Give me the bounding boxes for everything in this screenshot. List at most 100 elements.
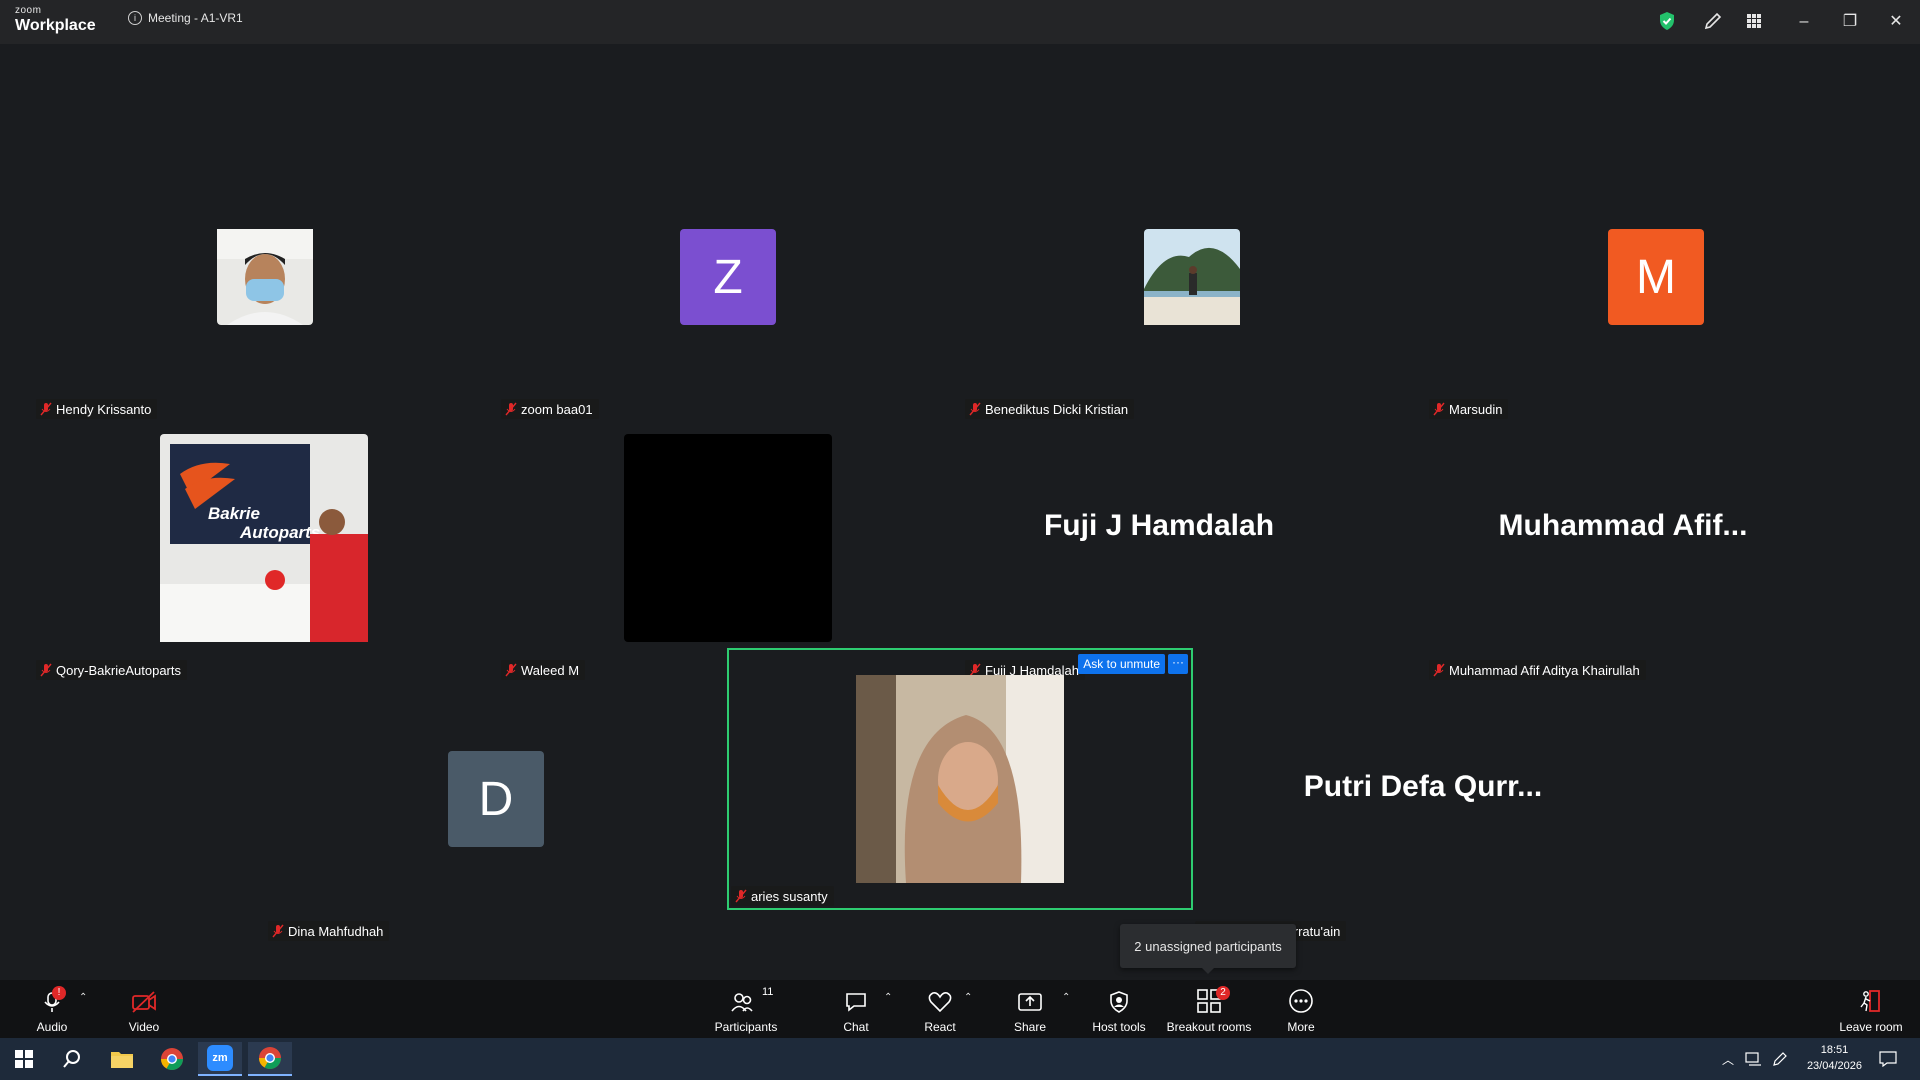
participants-button[interactable]: 11 Participants <box>708 986 784 1034</box>
chat-label: Chat <box>843 1020 869 1034</box>
zoom-app-label: zm <box>207 1045 233 1071</box>
notifications-icon[interactable] <box>1870 1042 1906 1076</box>
store-sign-text-1: Bakrie <box>208 504 260 523</box>
pen-icon[interactable] <box>1768 1042 1792 1076</box>
unassigned-participants-tooltip: 2 unassigned participants <box>1120 924 1296 974</box>
shield-check-icon[interactable] <box>1656 10 1678 32</box>
participant-name-label: Dina Mahfudhah <box>268 921 390 941</box>
participant-name: Hendy Krissanto <box>56 401 152 417</box>
os-taskbar: zm ︿ 18:51 23/04/2026 <box>0 1038 1920 1080</box>
title-bar: zoom Workplace i Meeting - A1-VR1 – ❐ ✕ <box>0 0 1920 44</box>
audio-options-caret[interactable]: ⌃ <box>79 992 87 1003</box>
restore-icon[interactable]: ❐ <box>1839 11 1861 33</box>
windows-start-icon[interactable] <box>2 1042 46 1076</box>
leave-room-button[interactable]: Leave room <box>1838 986 1904 1034</box>
muted-mic-icon <box>969 402 981 416</box>
breakout-rooms-badge: 2 <box>1216 986 1230 1000</box>
more-ellipsis-icon <box>1289 989 1313 1013</box>
audio-alert-badge: ! <box>52 986 66 1000</box>
participant-name-label: Benediktus Dicki Kristian <box>965 399 1135 419</box>
react-button[interactable]: React <box>922 986 958 1034</box>
react-options-caret[interactable]: ⌃ <box>964 992 972 1003</box>
clock-date: 23/04/2026 <box>1806 1060 1862 1072</box>
participant-name: Dina Mahfudhah <box>288 923 384 939</box>
more-options-button[interactable]: ··· <box>1168 654 1188 674</box>
leave-room-label: Leave room <box>1839 1020 1903 1034</box>
video-off-icon <box>132 991 156 1013</box>
muted-mic-icon <box>40 663 52 677</box>
participant-name-label: Waleed M <box>501 660 586 680</box>
muted-mic-icon <box>1433 402 1445 416</box>
file-explorer-icon[interactable] <box>100 1042 144 1076</box>
participants-count: 11 <box>762 986 774 998</box>
share-button[interactable]: Share <box>1012 986 1048 1034</box>
search-icon[interactable] <box>50 1042 94 1076</box>
participant-tile[interactable]: Muhammad Afif... Muhammad Afif Aditya Kh… <box>1395 424 1851 682</box>
video-label: Video <box>128 1020 160 1034</box>
participant-name: Muhammad Afif Aditya Khairullah <box>1449 662 1640 678</box>
participants-label: Participants <box>714 1020 778 1034</box>
zoom-taskbar-icon[interactable]: zm <box>198 1042 242 1076</box>
participant-display-name: Putri Defa Qurr... <box>1303 770 1543 803</box>
meeting-info[interactable]: i Meeting - A1-VR1 <box>128 11 243 25</box>
avatar: Z <box>680 229 776 325</box>
muted-mic-icon <box>40 402 52 416</box>
chat-options-caret[interactable]: ⌃ <box>884 992 892 1003</box>
pencil-icon[interactable] <box>1702 10 1724 32</box>
host-shield-icon <box>1110 991 1128 1013</box>
participant-photo <box>856 675 1064 883</box>
audio-label: Audio <box>36 1020 68 1034</box>
gallery-view: Hendy Krissanto Z zoom baa01 Benediktus … <box>0 44 1920 980</box>
participant-tile[interactable]: Waleed M <box>467 424 923 682</box>
participant-name: Waleed M <box>521 662 580 678</box>
host-tools-button[interactable]: Host tools <box>1090 986 1148 1034</box>
apps-grid-icon[interactable] <box>1743 10 1765 32</box>
leave-door-icon <box>1860 990 1880 1012</box>
share-options-caret[interactable]: ⌃ <box>1062 992 1070 1003</box>
chat-icon <box>846 993 866 1012</box>
participant-tile[interactable]: Putri Defa Qurr... Putri Defa Qurratu'ai… <box>1195 685 1651 943</box>
participant-tile[interactable]: Hendy Krissanto <box>2 163 458 421</box>
participant-tile[interactable]: Fuji J Hamdalah Fuji J Hamdalah <box>931 424 1387 682</box>
participant-name: Benediktus Dicki Kristian <box>985 401 1129 417</box>
participant-name-label: Muhammad Afif Aditya Khairullah <box>1429 660 1646 680</box>
system-clock[interactable]: 18:51 23/04/2026 <box>1807 1042 1862 1074</box>
chrome-profile-icon[interactable] <box>248 1042 292 1076</box>
close-icon[interactable]: ✕ <box>1885 11 1907 33</box>
clock-time: 18:51 <box>1820 1044 1849 1056</box>
participant-name: Marsudin <box>1449 401 1503 417</box>
participant-tile[interactable]: Z zoom baa01 <box>467 163 923 421</box>
participant-tile[interactable]: D Dina Mahfudhah <box>234 685 690 943</box>
participant-photo: Bakrie Autoparts <box>160 434 368 642</box>
participant-name: aries susanty <box>751 888 828 904</box>
react-label: React <box>924 1020 956 1034</box>
muted-mic-icon <box>505 402 517 416</box>
chrome-icon[interactable] <box>150 1042 194 1076</box>
network-icon[interactable] <box>1742 1042 1766 1076</box>
info-icon[interactable]: i <box>128 11 142 25</box>
participant-display-name: Muhammad Afif... <box>1498 509 1748 542</box>
heart-icon <box>928 992 952 1013</box>
breakout-rooms-button[interactable]: 2 Breakout rooms <box>1166 986 1252 1034</box>
zoom-workplace-logo: zoom Workplace <box>15 6 96 34</box>
participant-tile[interactable]: Benediktus Dicki Kristian <box>931 163 1387 421</box>
system-tray-chevron-icon[interactable]: ︿ <box>1718 1042 1738 1076</box>
ask-to-unmute-button[interactable]: Ask to unmute <box>1078 654 1165 674</box>
more-button[interactable]: More <box>1284 986 1318 1034</box>
audio-button[interactable]: ! Audio <box>30 986 74 1034</box>
video-button[interactable]: Video <box>120 986 168 1034</box>
logo-big-text: Workplace <box>15 17 96 34</box>
logo-small-text: zoom <box>15 5 42 16</box>
muted-mic-icon <box>735 889 747 903</box>
meeting-toolbar: ! Audio ⌃ Video 11 Participants Chat ⌃ R… <box>0 980 1920 1038</box>
more-label: More <box>1287 1020 1315 1034</box>
muted-mic-icon <box>272 924 284 938</box>
participant-tile[interactable]: M Marsudin <box>1395 163 1851 421</box>
breakout-rooms-label: Breakout rooms <box>1166 1020 1252 1034</box>
participant-tile[interactable]: Bakrie Autoparts Qory-BakrieAutoparts <box>2 424 458 682</box>
share-label: Share <box>1013 1020 1047 1034</box>
chat-button[interactable]: Chat <box>838 986 874 1034</box>
participant-tile-active-speaker[interactable]: Ask to unmute ··· aries susanty <box>727 648 1193 910</box>
muted-mic-icon <box>505 663 517 677</box>
minimize-icon[interactable]: – <box>1793 11 1815 33</box>
